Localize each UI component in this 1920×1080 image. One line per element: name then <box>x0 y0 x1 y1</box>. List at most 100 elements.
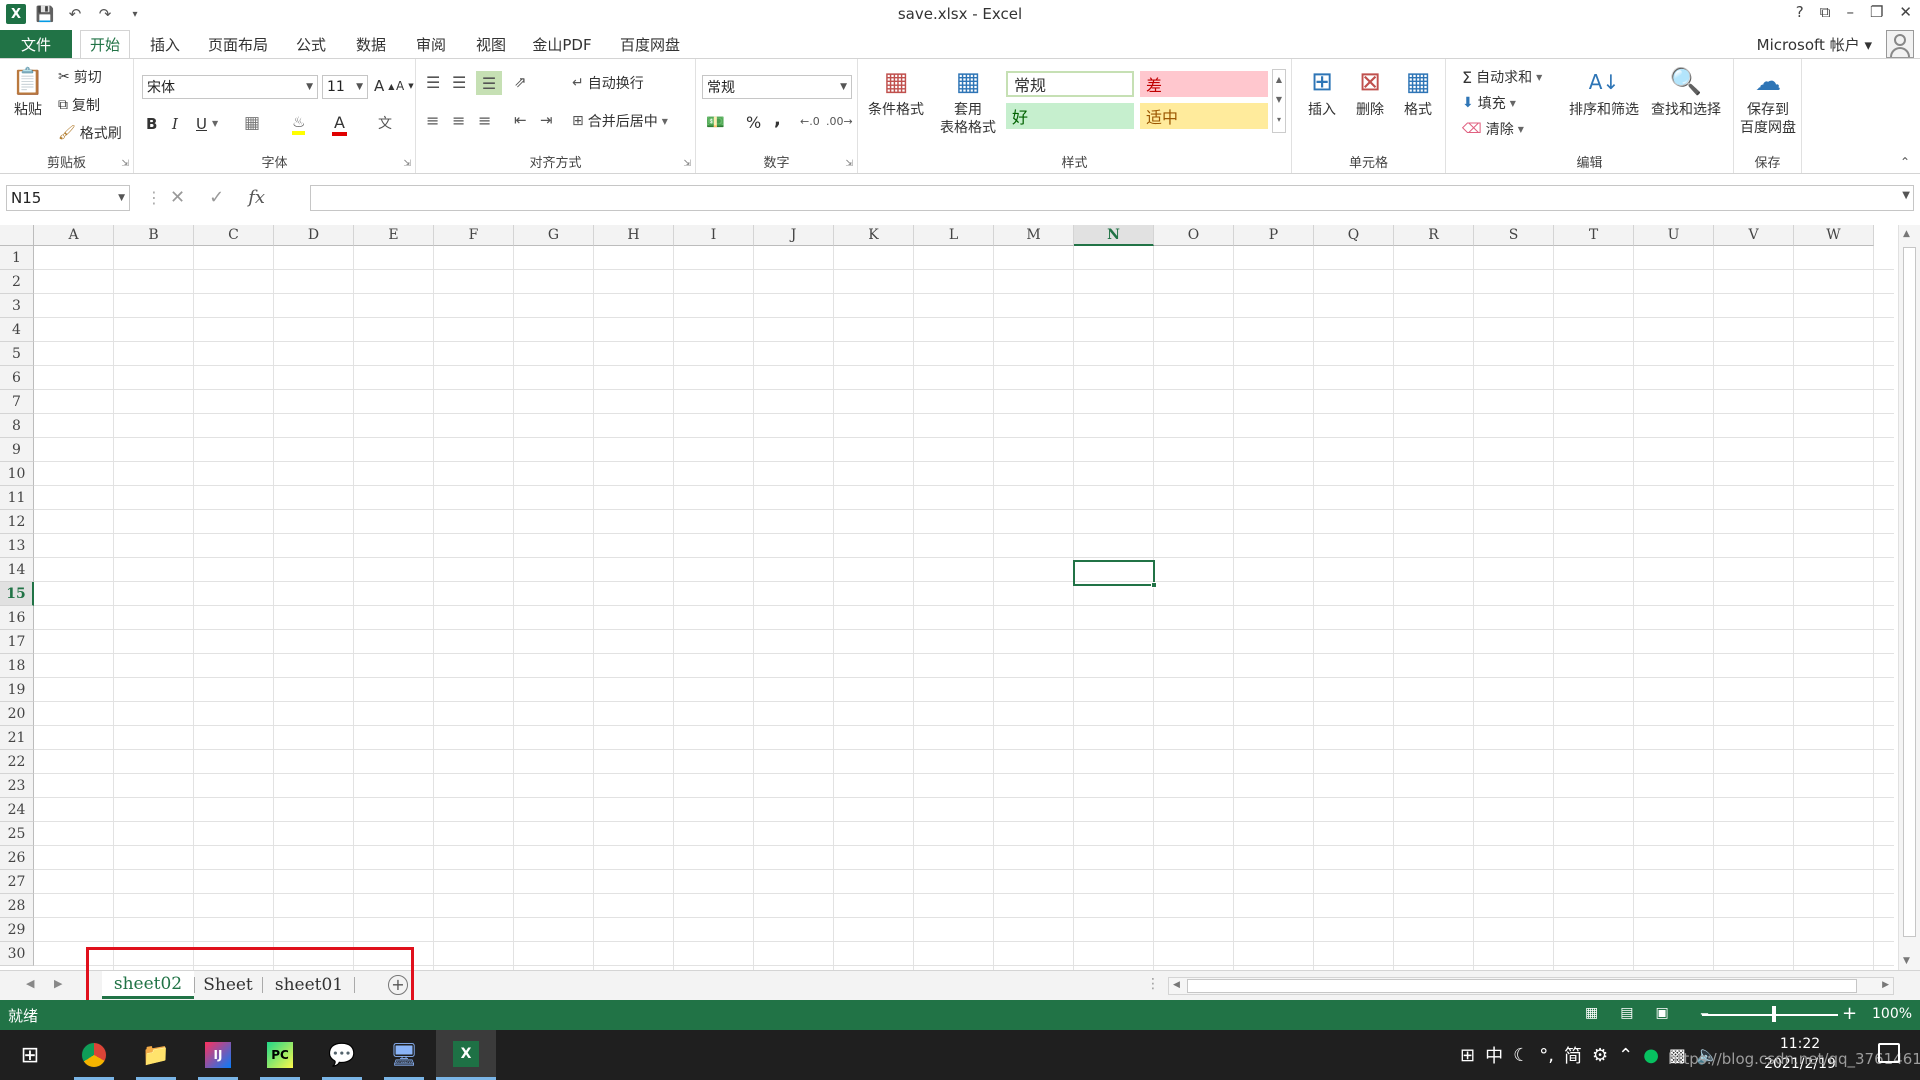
column-header[interactable]: G <box>514 225 594 246</box>
chrome-icon[interactable] <box>64 1030 124 1080</box>
row-header[interactable]: 14 <box>0 558 34 582</box>
find-select-button[interactable]: 🔍 查找和选择 <box>1646 65 1726 119</box>
column-header[interactable]: Q <box>1314 225 1394 246</box>
clear-button[interactable]: ⌫ 清除 ▼ <box>1462 119 1524 139</box>
column-header[interactable]: S <box>1474 225 1554 246</box>
row-header[interactable]: 2 <box>0 270 34 294</box>
grow-font-button[interactable]: A ▲ <box>374 77 394 95</box>
column-header[interactable]: B <box>114 225 194 246</box>
shrink-font-button[interactable]: A ▼ <box>396 79 414 93</box>
row-header[interactable]: 25 <box>0 822 34 846</box>
copy-button[interactable]: ⧉ 复制 <box>58 95 100 115</box>
page-layout-view-icon[interactable]: ▤ <box>1620 1005 1633 1021</box>
insert-cells-button[interactable]: ⊞ 插入 <box>1300 65 1344 119</box>
row-header[interactable]: 5 <box>0 342 34 366</box>
row-header[interactable]: 19 <box>0 678 34 702</box>
column-header[interactable]: K <box>834 225 914 246</box>
merge-center-button[interactable]: ⊞ 合并后居中 ▼ <box>572 111 668 131</box>
row-header[interactable]: 13 <box>0 534 34 558</box>
row-header[interactable]: 27 <box>0 870 34 894</box>
row-header[interactable]: 20 <box>0 702 34 726</box>
align-center-icon[interactable]: ≡ <box>452 111 465 130</box>
column-header[interactable]: H <box>594 225 674 246</box>
expand-formula-icon[interactable]: ▼ <box>1902 190 1910 201</box>
number-launcher-icon[interactable]: ⇲ <box>845 159 853 169</box>
column-header[interactable]: U <box>1634 225 1714 246</box>
insert-function-icon[interactable]: fx <box>248 187 265 208</box>
alignment-launcher-icon[interactable]: ⇲ <box>683 159 691 169</box>
fill-color-button[interactable]: ♨ <box>292 113 306 135</box>
chevron-up-icon[interactable]: ⌃ <box>1618 1045 1633 1066</box>
row-header[interactable]: 4 <box>0 318 34 342</box>
ime-chinese[interactable]: 中 <box>1485 1042 1503 1068</box>
scroll-left-icon[interactable]: ◀ <box>1173 980 1180 990</box>
row-header[interactable]: 12 <box>0 510 34 534</box>
row-header[interactable]: 15 <box>0 582 34 606</box>
align-top-icon[interactable]: ☰ <box>426 73 440 92</box>
vertical-scroll-thumb[interactable] <box>1903 247 1916 937</box>
tab-file[interactable]: 文件 <box>0 30 72 58</box>
restore-button[interactable]: ❐ <box>1870 3 1883 21</box>
align-bottom-icon[interactable]: ☰ <box>476 71 502 95</box>
row-header[interactable]: 24 <box>0 798 34 822</box>
normal-view-icon[interactable]: ▦ <box>1585 1005 1598 1021</box>
style-good[interactable]: 好 <box>1006 103 1134 129</box>
cancel-icon[interactable]: ✕ <box>170 187 185 208</box>
column-header[interactable]: E <box>354 225 434 246</box>
row-header[interactable]: 17 <box>0 630 34 654</box>
file-explorer-icon[interactable]: 📁 <box>126 1030 186 1080</box>
minimize-button[interactable]: – <box>1846 3 1854 21</box>
tab-formulas[interactable]: 公式 <box>286 30 336 58</box>
account-menu[interactable]: Microsoft 帐户 ▾ <box>1757 34 1872 55</box>
help-button[interactable]: ? <box>1796 3 1804 21</box>
conditional-format-button[interactable]: ▦ 条件格式 <box>864 65 928 119</box>
tab-insert[interactable]: 插入 <box>140 30 190 58</box>
active-cell[interactable] <box>1073 560 1157 588</box>
horizontal-scrollbar[interactable]: ◀ ▶ <box>1168 977 1894 995</box>
ribbon-display-button[interactable]: ⧉ <box>1820 3 1831 21</box>
wechat-tray-icon[interactable]: ● <box>1643 1045 1659 1066</box>
style-normal[interactable]: 常规 <box>1006 71 1134 97</box>
tab-split-handle[interactable]: ⋮ <box>1146 976 1160 992</box>
underline-button[interactable]: U <box>196 115 207 133</box>
moon-icon[interactable]: ☾ <box>1513 1045 1529 1066</box>
decrease-decimal-icon[interactable]: .00→ <box>826 115 853 128</box>
column-header[interactable]: M <box>994 225 1074 246</box>
autosum-button[interactable]: Σ 自动求和 ▼ <box>1462 67 1542 87</box>
row-header[interactable]: 6 <box>0 366 34 390</box>
cut-button[interactable]: ✂ 剪切 <box>58 67 102 87</box>
formula-input[interactable] <box>310 185 1914 211</box>
select-all-corner[interactable] <box>0 225 34 246</box>
tab-data[interactable]: 数据 <box>346 30 396 58</box>
row-header[interactable]: 23 <box>0 774 34 798</box>
column-header[interactable]: P <box>1234 225 1314 246</box>
zoom-slider[interactable] <box>1702 1014 1838 1016</box>
increase-indent-icon[interactable]: ⇥ <box>540 111 553 129</box>
ime-grid-icon[interactable]: ⊞ <box>1460 1045 1475 1066</box>
increase-decimal-icon[interactable]: ←.0 <box>800 115 820 128</box>
tab-page-layout[interactable]: 页面布局 <box>200 30 276 58</box>
comma-button[interactable]: , <box>774 109 781 130</box>
paste-button[interactable]: 📋 粘贴 <box>6 65 50 119</box>
row-header[interactable]: 26 <box>0 846 34 870</box>
italic-button[interactable]: I <box>172 115 178 133</box>
row-header[interactable]: 3 <box>0 294 34 318</box>
notification-center-icon[interactable] <box>1878 1043 1900 1063</box>
style-neutral[interactable]: 适中 <box>1140 103 1268 129</box>
gear-icon[interactable]: ⚙ <box>1592 1045 1608 1066</box>
font-name-select[interactable]: 宋体 ▼ <box>142 75 318 99</box>
style-bad[interactable]: 差 <box>1140 71 1268 97</box>
column-header[interactable]: L <box>914 225 994 246</box>
row-header[interactable]: 21 <box>0 726 34 750</box>
font-color-button[interactable]: A <box>332 113 347 136</box>
tab-view[interactable]: 视图 <box>466 30 516 58</box>
scroll-down-icon[interactable]: ▼ <box>1903 956 1910 966</box>
tab-review[interactable]: 审阅 <box>406 30 456 58</box>
font-size-select[interactable]: 11 ▼ <box>322 75 368 99</box>
row-header[interactable]: 11 <box>0 486 34 510</box>
intellij-icon[interactable]: IJ <box>188 1030 248 1080</box>
column-header[interactable]: V <box>1714 225 1794 246</box>
row-header[interactable]: 28 <box>0 894 34 918</box>
collapse-ribbon-icon[interactable]: ⌃ <box>1900 155 1910 169</box>
pycharm-icon[interactable]: PC <box>250 1030 310 1080</box>
